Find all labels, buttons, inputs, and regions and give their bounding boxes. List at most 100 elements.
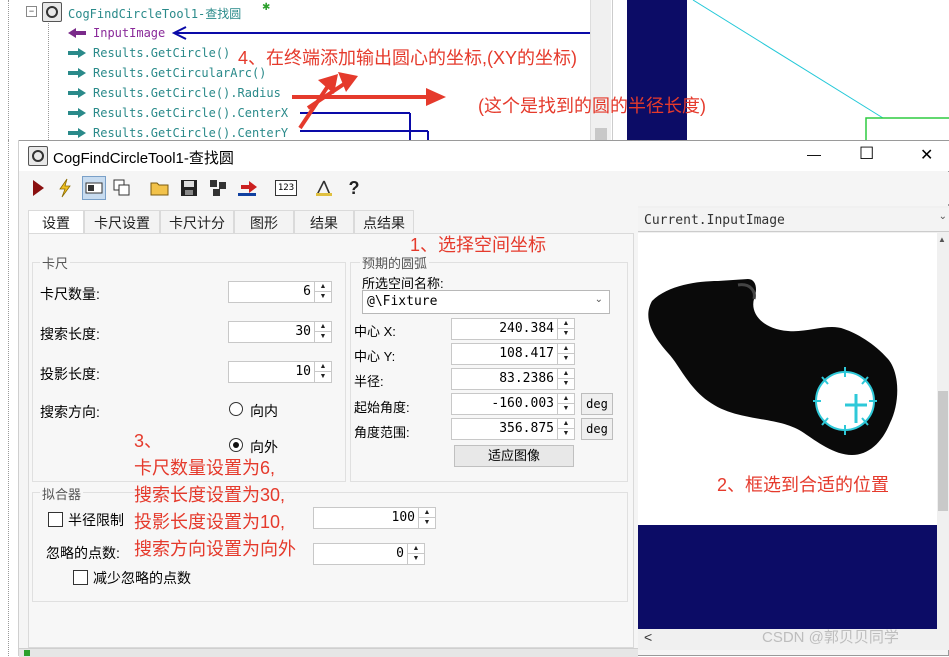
- tab-graphics[interactable]: 图形: [234, 210, 294, 234]
- close-button[interactable]: ✕: [920, 145, 933, 165]
- radius-limit-checkbox[interactable]: [48, 512, 63, 527]
- radius-stepper[interactable]: 83.2386 ▲ ▼: [451, 368, 575, 390]
- open-icon[interactable]: [148, 176, 172, 200]
- image-source-value: Current.InputImage: [644, 213, 785, 228]
- window-title: CogFindCircleTool1-查找圆: [53, 150, 234, 167]
- center-x-label: 中心 X:: [354, 324, 396, 339]
- help-icon[interactable]: ?: [342, 176, 366, 200]
- angle-range-value: 356.875: [499, 421, 554, 436]
- stepper-buttons[interactable]: ▲ ▼: [418, 508, 435, 528]
- radius-value: 83.2386: [499, 371, 554, 386]
- stepper-buttons[interactable]: ▲ ▼: [557, 394, 574, 414]
- run-icon[interactable]: [26, 176, 50, 200]
- angle-range-stepper[interactable]: 356.875 ▲ ▼: [451, 418, 575, 440]
- radius-label: 半径:: [354, 374, 384, 389]
- center-y-value: 108.417: [499, 346, 554, 361]
- scroll-left-icon[interactable]: <: [644, 629, 652, 645]
- maximize-button[interactable]: ☐: [859, 144, 874, 164]
- reset-icon[interactable]: [236, 176, 260, 200]
- window-app-icon: [28, 146, 48, 166]
- caliper-count-stepper[interactable]: 6 ▲ ▼: [228, 281, 332, 303]
- scroll-up-icon[interactable]: ▲: [938, 235, 946, 244]
- inward-radio[interactable]: [229, 402, 243, 416]
- tab-results[interactable]: 结果: [294, 210, 354, 234]
- start-angle-unit-button[interactable]: deg: [581, 393, 613, 415]
- tab-settings[interactable]: 设置: [28, 210, 84, 234]
- host-left-edge: [0, 140, 19, 656]
- annotation-note-radius: (这个是找到的圆的半径长度): [478, 96, 706, 116]
- center-y-stepper[interactable]: 108.417 ▲ ▼: [451, 343, 575, 365]
- caliper-count-label: 卡尺数量:: [40, 286, 100, 302]
- space-name-select[interactable]: @\Fixture ⌄: [362, 290, 610, 314]
- angle-range-label: 角度范围:: [354, 425, 410, 440]
- electric-run-icon[interactable]: [53, 176, 77, 200]
- ignore-points-stepper[interactable]: 0 ▲ ▼: [313, 543, 425, 565]
- start-angle-value: -160.003: [491, 396, 554, 411]
- counter-text: 123: [274, 180, 298, 196]
- annotation-line: 3、: [134, 431, 163, 451]
- center-y-label: 中心 Y:: [354, 349, 396, 364]
- annotation-note-4: 4、在终端添加输出圆心的坐标,(XY的坐标): [238, 48, 578, 68]
- ignore-points-value: 0: [396, 546, 404, 561]
- tab-caliper-settings[interactable]: 卡尺设置: [84, 210, 160, 234]
- annotation-note-2: 2、框选到合适的位置: [717, 475, 890, 495]
- tab-caliper-scoring[interactable]: 卡尺计分: [160, 210, 234, 234]
- tab-point-results[interactable]: 点结果: [354, 210, 414, 234]
- projection-length-stepper[interactable]: 10 ▲ ▼: [228, 361, 332, 383]
- layout-icon[interactable]: [206, 176, 230, 200]
- projection-length-value: 10: [295, 364, 311, 379]
- copy-icon[interactable]: [110, 176, 134, 200]
- stepper-buttons[interactable]: ▲ ▼: [557, 319, 574, 339]
- inward-label[interactable]: 向内: [250, 401, 278, 421]
- radius-limit-label[interactable]: 半径限制: [68, 510, 124, 530]
- save-icon[interactable]: [177, 176, 201, 200]
- stepper-buttons[interactable]: ▲ ▼: [407, 544, 424, 564]
- status-ok-icon: [24, 650, 30, 656]
- measure-icon[interactable]: [312, 176, 336, 200]
- image-source-dropdown[interactable]: Current.InputImage ⌄: [638, 208, 949, 232]
- annotation-note-1: 1、选择空间坐标: [410, 235, 547, 255]
- reduce-ignored-label[interactable]: 减少忽略的点数: [93, 568, 191, 588]
- space-name-value: @\Fixture: [367, 294, 438, 309]
- tree-guide-line: [8, 140, 9, 656]
- background-image-display: [612, 0, 949, 140]
- projection-length-label: 投影长度:: [40, 366, 100, 382]
- start-angle-stepper[interactable]: -160.003 ▲ ▼: [451, 393, 575, 415]
- reduce-ignored-checkbox[interactable]: [73, 570, 88, 585]
- watermark: CSDN @郭贝贝同学: [762, 629, 899, 646]
- window-title-bar[interactable]: CogFindCircleTool1-查找圆 — ☐ ✕: [19, 141, 949, 171]
- caliper-group-legend: 卡尺: [40, 253, 71, 272]
- stepper-buttons[interactable]: ▲ ▼: [557, 344, 574, 364]
- stepper-buttons[interactable]: ▲ ▼: [557, 419, 574, 439]
- ignore-points-label: 忽略的点数:: [46, 545, 120, 561]
- display-icon[interactable]: [82, 176, 106, 200]
- center-x-stepper[interactable]: 240.384 ▲ ▼: [451, 318, 575, 340]
- image-vertical-scrollbar[interactable]: ▲: [937, 233, 949, 629]
- image-dark-band: [638, 525, 937, 629]
- fitter-group-legend: 拟合器: [40, 484, 84, 503]
- annotation-line: 搜索长度设置为30,: [134, 485, 286, 505]
- center-x-value: 240.384: [499, 321, 554, 336]
- start-angle-label: 起始角度:: [354, 400, 410, 415]
- stepper-buttons[interactable]: ▲ ▼: [557, 369, 574, 389]
- annotation-arrows: [292, 72, 446, 130]
- radius-limit-stepper[interactable]: 100 ▲ ▼: [313, 507, 436, 529]
- stepper-buttons[interactable]: ▲ ▼: [314, 362, 331, 382]
- chevron-down-icon: ⌄: [938, 211, 947, 222]
- roi-lines: [692, 0, 949, 140]
- angle-range-unit-button[interactable]: deg: [581, 418, 613, 440]
- fit-image-button[interactable]: 适应图像: [454, 445, 574, 467]
- annotation-note-3: 3、 卡尺数量设置为6, 搜索长度设置为30, 投影长度设置为10, 搜索方向设…: [134, 428, 296, 563]
- annotation-line: 卡尺数量设置为6,: [134, 458, 276, 478]
- search-direction-label: 搜索方向:: [40, 404, 100, 420]
- counter-icon[interactable]: 123: [274, 176, 298, 200]
- search-length-stepper[interactable]: 30 ▲ ▼: [228, 321, 332, 343]
- image-vertical-scrollbar-thumb[interactable]: [938, 391, 948, 511]
- search-length-label: 搜索长度:: [40, 326, 100, 342]
- minimize-button[interactable]: —: [807, 146, 821, 162]
- radius-limit-value: 100: [391, 510, 415, 525]
- stepper-buttons[interactable]: ▲ ▼: [314, 322, 331, 342]
- search-length-value: 30: [295, 324, 311, 339]
- annotation-line: 投影长度设置为10,: [134, 512, 286, 532]
- stepper-buttons[interactable]: ▲ ▼: [314, 282, 331, 302]
